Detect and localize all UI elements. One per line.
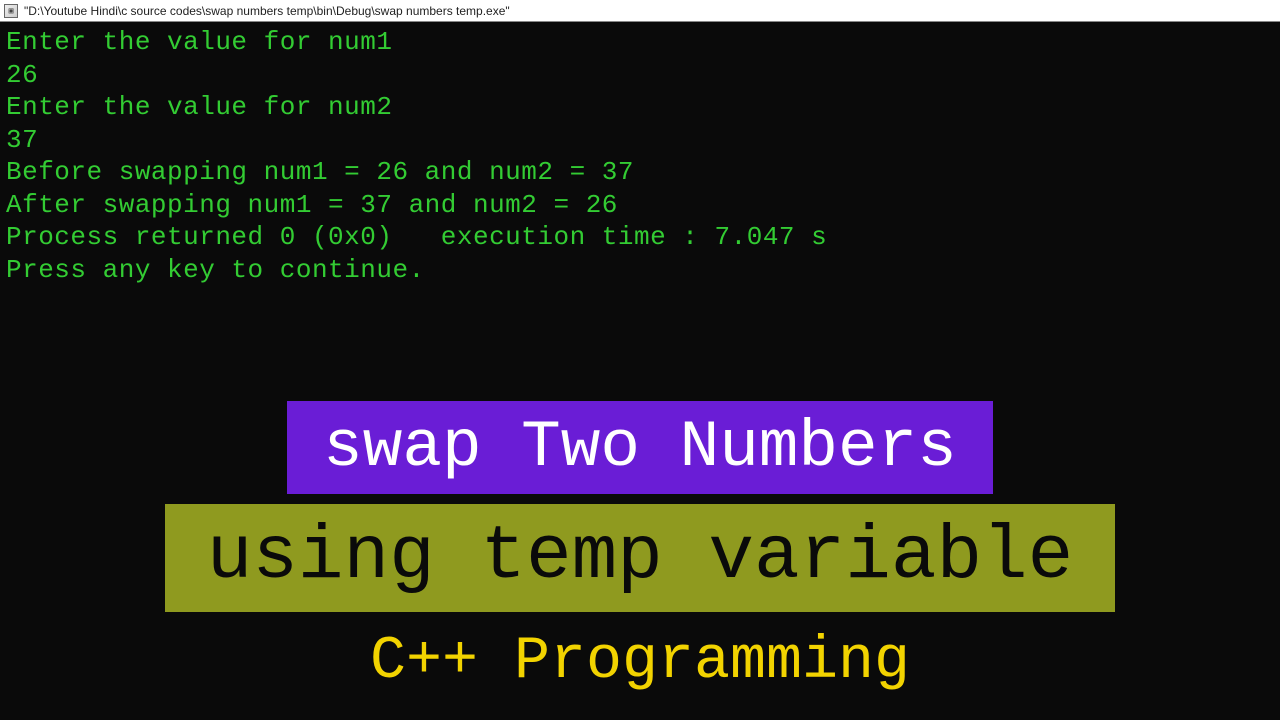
caption-line-2: using temp variable — [165, 504, 1116, 612]
console-line: Press any key to continue. — [6, 254, 1274, 287]
console-line: Before swapping num1 = 26 and num2 = 37 — [6, 156, 1274, 189]
console-line: Enter the value for num1 — [6, 26, 1274, 59]
caption-line-3: C++ Programming — [334, 622, 946, 710]
window-title: "D:\Youtube Hindi\c source codes\swap nu… — [24, 4, 510, 18]
console-output: Enter the value for num1 26 Enter the va… — [0, 22, 1280, 290]
console-line: Process returned 0 (0x0) execution time … — [6, 221, 1274, 254]
console-line: 37 — [6, 124, 1274, 157]
app-icon: ▣ — [4, 4, 18, 18]
caption-line-1: swap Two Numbers — [287, 401, 993, 494]
console-line: After swapping num1 = 37 and num2 = 26 — [6, 189, 1274, 222]
console-line: 26 — [6, 59, 1274, 92]
window-title-bar[interactable]: ▣ "D:\Youtube Hindi\c source codes\swap … — [0, 0, 1280, 22]
caption-overlay: swap Two Numbers using temp variable C++… — [0, 401, 1280, 720]
console-line: Enter the value for num2 — [6, 91, 1274, 124]
